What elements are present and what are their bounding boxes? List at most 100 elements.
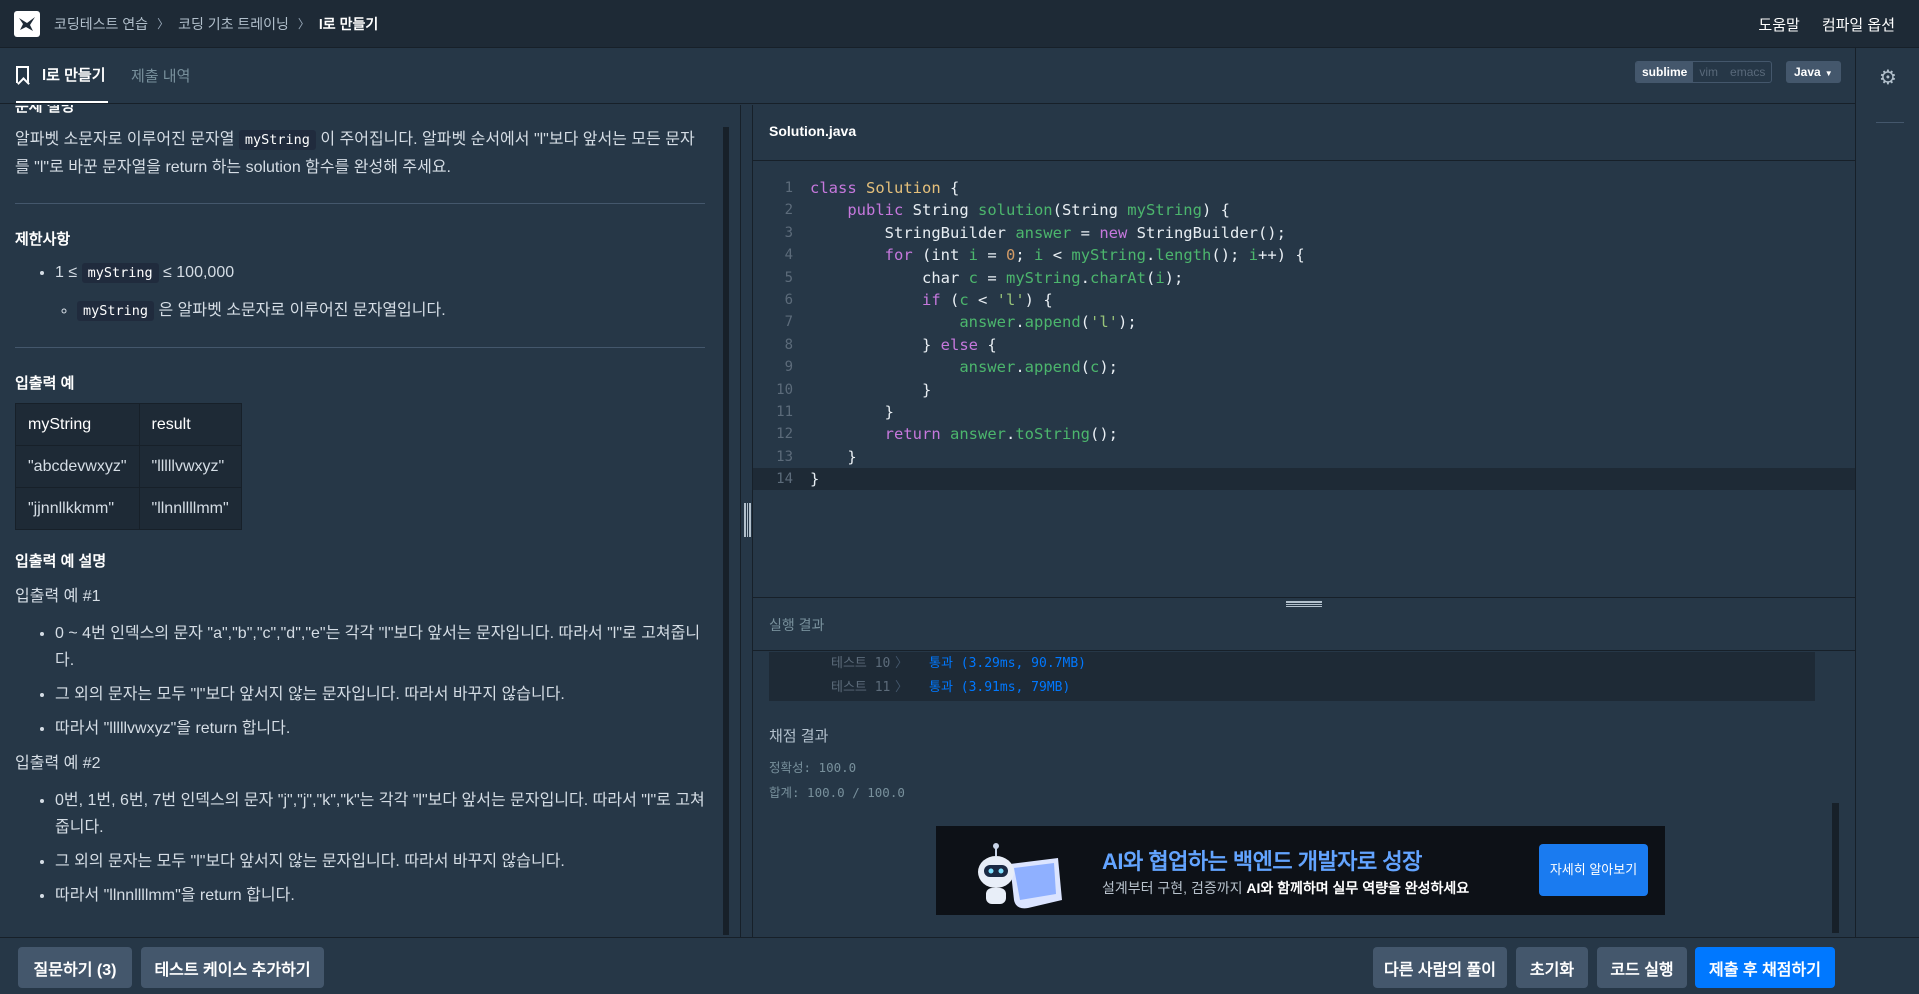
horizontal-resizer[interactable]: [753, 597, 1855, 608]
code-line[interactable]: 8 } else {: [753, 334, 1855, 356]
ad-title: AI와 협업하는 백엔드 개발자로 성장: [1102, 849, 1422, 874]
editor-header: Solution.java: [753, 105, 1855, 161]
test-result: 통과 (3.29ms, 90.7MB): [929, 656, 1086, 671]
bookmark-icon[interactable]: [16, 66, 29, 83]
list-item: 0 ~ 4번 인덱스의 문자 "a","b","c","d","e"는 각각 "…: [55, 620, 705, 674]
tab-problem[interactable]: l로 만들기: [16, 48, 108, 103]
example-list: 0번, 1번, 6번, 7번 인덱스의 문자 "j","j","k","k"는 …: [39, 787, 705, 909]
example-title: 입출력 예 #1: [15, 588, 101, 605]
io-table: myString result "abcdevwxyz" "lllllvwxyz…: [15, 403, 242, 530]
result-title: 실행 결과: [769, 617, 825, 633]
table-row: "jjnnllkkmm" "llnnllllmm": [15, 487, 242, 530]
chevron-right-icon: 〉: [157, 17, 170, 31]
help-link[interactable]: 도움말: [1758, 14, 1799, 35]
table-row: "abcdevwxyz" "lllllvwxyz": [15, 445, 242, 488]
run-code-button[interactable]: 코드 실행: [1597, 947, 1687, 988]
divider: [15, 203, 705, 204]
mode-vim[interactable]: vim: [1693, 62, 1724, 82]
language-label: Java: [1794, 65, 1821, 79]
code-line-current[interactable]: 14}: [753, 468, 1855, 491]
list-item: 따라서 "lllllvwxyz"을 return 합니다.: [55, 715, 705, 742]
code-line[interactable]: 12 return answer.toString();: [753, 423, 1855, 445]
right-rail: ⚙: [1855, 48, 1919, 946]
panel-resizer[interactable]: [740, 105, 753, 937]
programmers-logo-icon[interactable]: [14, 10, 40, 37]
code-line[interactable]: 6 if (c < 'l') {: [753, 289, 1855, 311]
section-title: 문제 설명: [15, 105, 75, 115]
result-header: 실행 결과: [753, 607, 1855, 651]
reset-button[interactable]: 초기화: [1516, 947, 1588, 988]
language-select[interactable]: Java ▼: [1786, 61, 1841, 83]
breadcrumb-item[interactable]: 코딩테스트 연습: [54, 14, 148, 34]
compile-options-link[interactable]: 컴파일 옵션: [1822, 14, 1895, 35]
example-list: 0 ~ 4번 인덱스의 문자 "a","b","c","d","e"는 각각 "…: [39, 620, 705, 742]
chevron-right-icon: 〉: [297, 17, 310, 31]
code-line[interactable]: 13 }: [753, 446, 1855, 468]
tab-submissions[interactable]: 제출 내역: [131, 48, 190, 103]
ad-subtitle: 설계부터 구현, 검증까지 AI와 함께하며 실무 역량을 완성하세요: [1102, 880, 1470, 896]
problem-description: 문제 설명 알파벳 소문자로 이루어진 문자열 myString 이 주어집니다…: [0, 105, 740, 937]
list-item: myString 은 알파벳 소문자로 이루어진 문자열입니다.: [77, 297, 705, 325]
code-line[interactable]: 5 char c = myString.charAt(i);: [753, 267, 1855, 289]
grading-title: 채점 결과: [769, 728, 829, 745]
accuracy-score: 정확성: 100.0: [769, 760, 857, 775]
mode-emacs[interactable]: emacs: [1724, 62, 1771, 82]
example-title: 입출력 예 #2: [15, 755, 101, 772]
code-line[interactable]: 10 }: [753, 379, 1855, 401]
code-line[interactable]: 9 answer.append(c);: [753, 356, 1855, 378]
list-item: 그 외의 문자는 모두 "l"보다 앞서지 않는 문자입니다. 따라서 바꾸지 …: [55, 848, 705, 875]
table-header: result: [138, 403, 242, 446]
table-cell: "jjnnllkkmm": [15, 487, 140, 530]
ad-learn-more-button[interactable]: 자세히 알아보기: [1539, 844, 1648, 896]
code-line[interactable]: 1 class Solution {: [753, 177, 1855, 199]
code-line[interactable]: 3 StringBuilder answer = new StringBuild…: [753, 222, 1855, 244]
test-list: 테스트 10 〉 통과 (3.29ms, 90.7MB) 테스트 11 〉 통과…: [769, 652, 1815, 701]
ad-banner[interactable]: AI와 협업하는 백엔드 개발자로 성장 설계부터 구현, 검증까지 AI와 함…: [936, 826, 1665, 915]
constraints-list: 1 ≤ myString ≤ 100,000 myString 은 알파벳 소문…: [39, 259, 705, 325]
divider: [15, 347, 705, 348]
description-scrollbar[interactable]: [723, 127, 729, 935]
list-item: 따라서 "llnnllllmm"을 return 합니다.: [55, 882, 705, 909]
mode-sublime[interactable]: sublime: [1636, 62, 1694, 82]
divider: [1876, 122, 1904, 123]
submit-button[interactable]: 제출 후 채점하기: [1695, 947, 1835, 988]
io-explain-title: 입출력 예 설명: [15, 553, 107, 570]
list-item: 0번, 1번, 6번, 7번 인덱스의 문자 "j","j","k","k"는 …: [55, 787, 705, 841]
code-editor[interactable]: 1 class Solution { 2 public String soluti…: [753, 161, 1855, 597]
code-line[interactable]: 2 public String solution(String myString…: [753, 199, 1855, 221]
table-cell: "llnnllllmm": [138, 487, 242, 530]
result-scrollbar[interactable]: [1832, 803, 1839, 933]
problem-statement: 알파벳 소문자로 이루어진 문자열 myString 이 주어집니다. 알파벳 …: [15, 130, 695, 176]
list-item: 1 ≤ myString ≤ 100,000 myString 은 알파벳 소문…: [55, 259, 705, 325]
table-cell: "lllllvwxyz": [138, 445, 242, 488]
code-line[interactable]: 4 for (int i = 0; i < myString.length();…: [753, 244, 1855, 266]
tab-bar: l로 만들기 제출 내역 sublime vim emacs Java ▼: [0, 48, 1855, 104]
gear-icon[interactable]: ⚙: [1878, 68, 1898, 88]
test-result: 통과 (3.91ms, 79MB): [929, 680, 1071, 695]
breadcrumb-current: l로 만들기: [318, 15, 379, 32]
breadcrumb-item[interactable]: 코딩 기초 트레이닝: [178, 14, 289, 34]
inline-code: myString: [81, 263, 159, 283]
table-header: myString: [15, 403, 140, 446]
others-solutions-button[interactable]: 다른 사람의 풀이: [1373, 947, 1507, 988]
editor-filename: Solution.java: [769, 123, 857, 139]
breadcrumb: 코딩테스트 연습 〉 코딩 기초 트레이닝 〉 l로 만들기: [54, 14, 378, 34]
io-title: 입출력 예: [15, 375, 75, 392]
inline-code: myString: [238, 130, 316, 150]
bottom-bar: 질문하기 (3) 테스트 케이스 추가하기 다른 사람의 풀이 초기화 코드 실…: [0, 937, 1919, 994]
total-score: 합계: 100.0 / 100.0: [769, 785, 905, 800]
inline-code: myString: [77, 301, 155, 321]
grip-icon[interactable]: [744, 503, 751, 537]
code-line[interactable]: 7 answer.append('l');: [753, 311, 1855, 333]
ask-question-button[interactable]: 질문하기 (3): [18, 947, 132, 988]
caret-down-icon: ▼: [1824, 69, 1833, 78]
constraints-title: 제한사항: [15, 231, 71, 248]
table-cell: "abcdevwxyz": [15, 445, 140, 488]
add-test-case-button[interactable]: 테스트 케이스 추가하기: [141, 947, 324, 988]
tab-problem-label: l로 만들기: [42, 67, 106, 84]
table-header-row: myString result: [15, 403, 242, 446]
code-line[interactable]: 11 }: [753, 401, 1855, 423]
list-item: 그 외의 문자는 모두 "l"보다 앞서지 않는 문자입니다. 따라서 바꾸지 …: [55, 681, 705, 708]
editor-mode-toggle: sublime vim emacs: [1635, 61, 1773, 83]
top-nav: 코딩테스트 연습 〉 코딩 기초 트레이닝 〉 l로 만들기 도움말 컴파일 옵…: [0, 0, 1919, 48]
